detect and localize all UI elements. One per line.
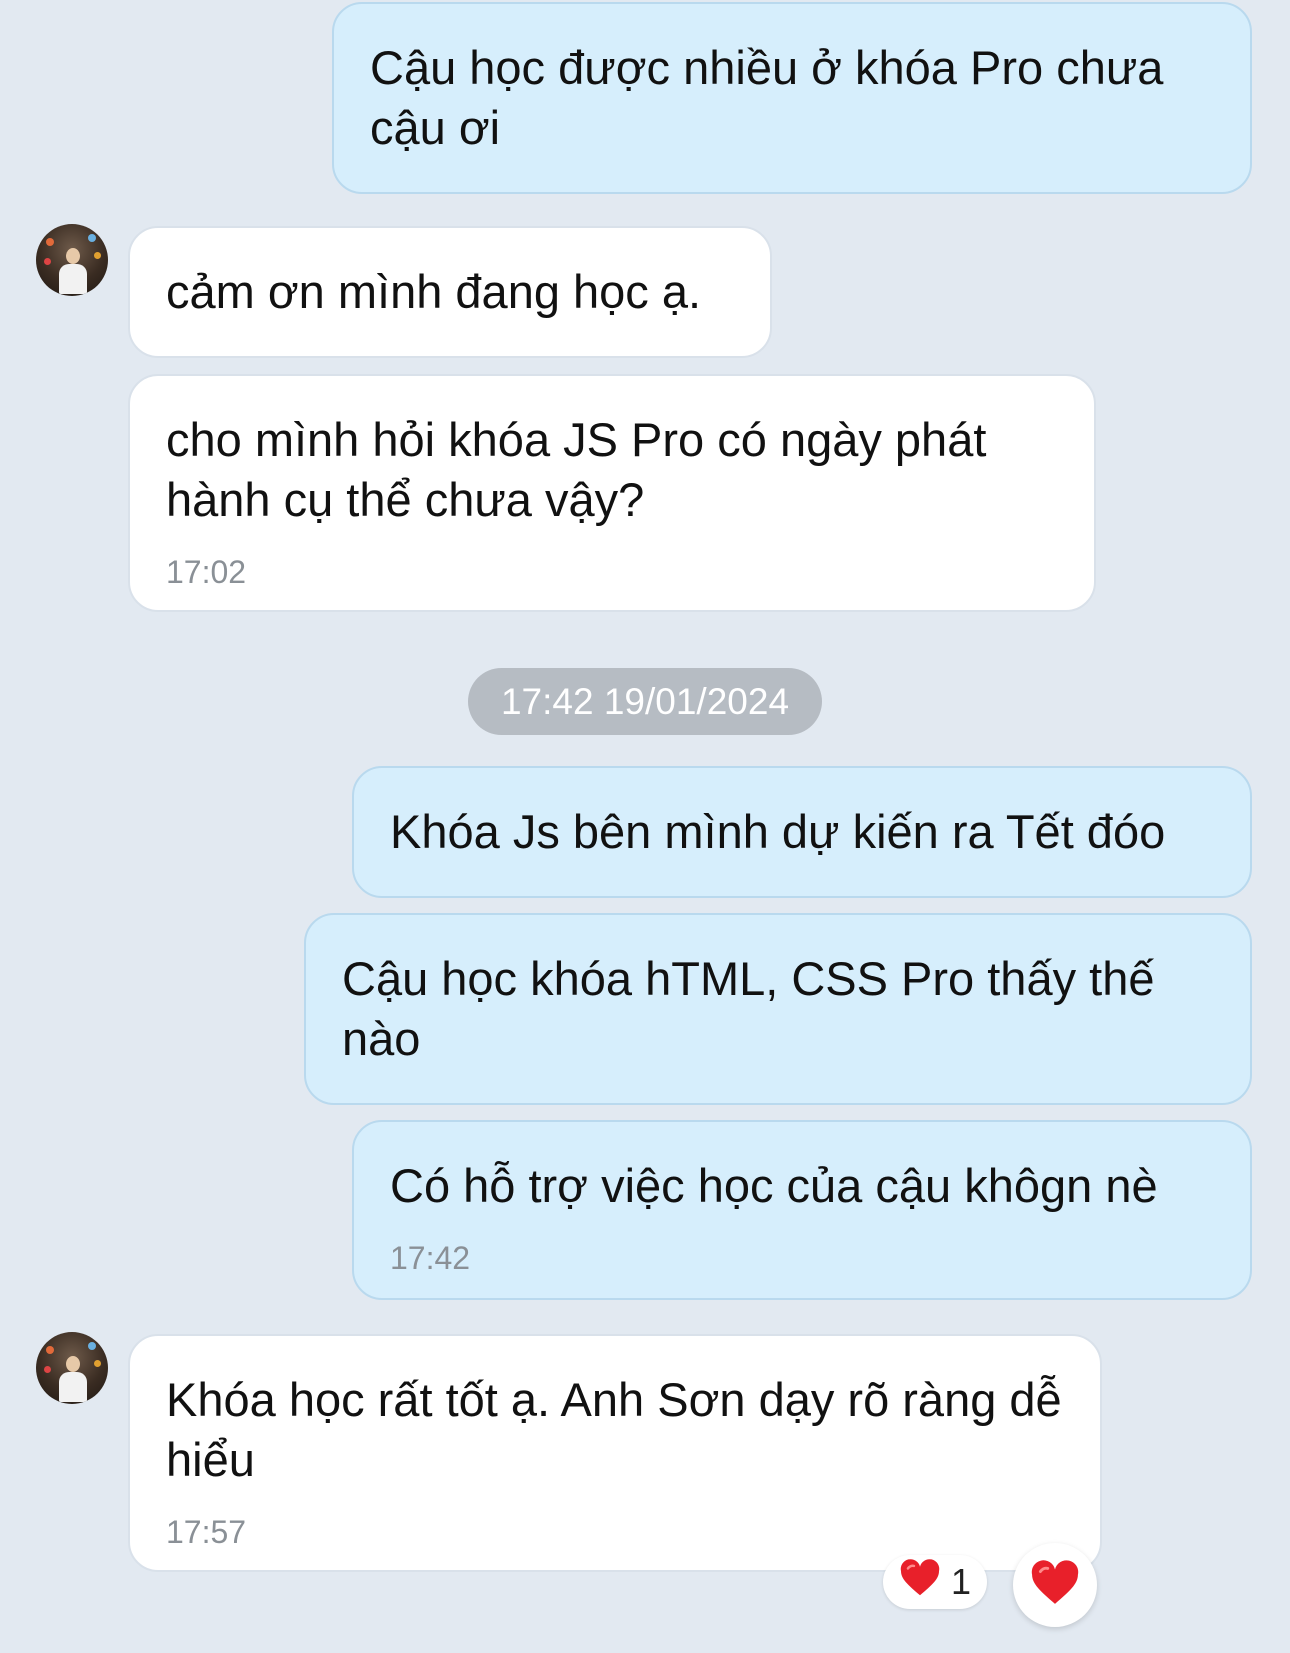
reaction-count: 1 <box>950 1561 972 1602</box>
message-timestamp: 17:57 <box>166 1514 247 1550</box>
message-text: Cậu học khóa hTML, CSS Pro thấy thế nào <box>342 952 1155 1065</box>
date-separator: 17:42 19/01/2024 <box>468 668 822 735</box>
message-text: Có hỗ trợ việc học của cậu khôgn nè <box>390 1159 1158 1212</box>
message-text: cho mình hỏi khóa JS Pro có ngày phát hà… <box>166 413 987 526</box>
avatar[interactable] <box>36 1332 108 1404</box>
message-bubble-outgoing[interactable]: Cậu học được nhiều ở khóa Pro chưa cậu ơ… <box>332 2 1252 194</box>
message-bubble-outgoing[interactable]: Có hỗ trợ việc học của cậu khôgn nè 17:4… <box>352 1120 1252 1300</box>
reaction-summary[interactable]: 1 <box>883 1555 987 1609</box>
heart-icon <box>1030 1559 1080 1611</box>
message-bubble-outgoing[interactable]: Cậu học khóa hTML, CSS Pro thấy thế nào <box>304 913 1252 1105</box>
message-bubble-incoming[interactable]: cảm ơn mình đang học ạ. <box>128 226 772 358</box>
message-text: Cậu học được nhiều ở khóa Pro chưa cậu ơ… <box>370 41 1164 154</box>
heart-icon <box>899 1558 941 1606</box>
message-text: cảm ơn mình đang học ạ. <box>166 265 702 318</box>
message-bubble-outgoing[interactable]: Khóa Js bên mình dự kiến ra Tết đóo <box>352 766 1252 898</box>
message-timestamp: 17:42 <box>390 1240 471 1276</box>
message-bubble-incoming[interactable]: cho mình hỏi khóa JS Pro có ngày phát hà… <box>128 374 1096 612</box>
message-text: Khóa Js bên mình dự kiến ra Tết đóo <box>390 805 1166 858</box>
message-text: Khóa học rất tốt ạ. Anh Sơn dạy rõ ràng … <box>166 1373 1062 1486</box>
message-bubble-incoming[interactable]: Khóa học rất tốt ạ. Anh Sơn dạy rõ ràng … <box>128 1334 1102 1572</box>
avatar[interactable] <box>36 224 108 296</box>
react-button[interactable] <box>1013 1543 1097 1627</box>
message-timestamp: 17:02 <box>166 554 247 590</box>
